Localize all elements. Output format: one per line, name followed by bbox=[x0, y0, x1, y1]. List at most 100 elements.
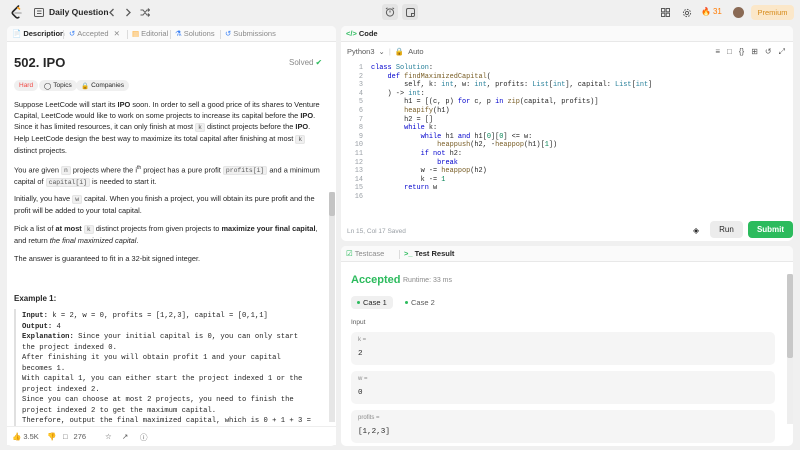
result-scrollbar[interactable] bbox=[787, 274, 793, 424]
pass-dot-icon bbox=[357, 301, 360, 304]
reset-icon[interactable]: ↺ bbox=[765, 47, 772, 57]
ai-assist-icon[interactable]: ◈ bbox=[693, 226, 699, 235]
description-paragraph-4: Pick a list of at most k distinct projec… bbox=[14, 224, 318, 245]
editor-toolbar: ≡ □ {} ⊞ ↺ ⤢ bbox=[715, 47, 785, 57]
braces-icon[interactable]: {} bbox=[739, 47, 744, 57]
bookmark-icon[interactable]: □ bbox=[727, 47, 732, 57]
dislike-button[interactable]: 👎 bbox=[47, 432, 56, 441]
terminal-icon: >_ bbox=[404, 249, 413, 258]
code-line: while h1 and h1[0][0] <= w: bbox=[420, 132, 533, 141]
description-footer: 👍 3.5K 👎 □ 276 ☆ ↗ ⓘ bbox=[7, 426, 336, 445]
comment-icon: □ bbox=[63, 432, 68, 441]
language-selector[interactable]: Python3 ⌄ | 🔒 Auto bbox=[347, 47, 424, 56]
premium-button[interactable]: Premium bbox=[751, 5, 794, 20]
topics-chip[interactable]: ◯ Topics bbox=[39, 80, 77, 91]
tab-accepted[interactable]: ↺ Accepted ✕ bbox=[69, 29, 120, 38]
check-circle-icon: ✔ bbox=[315, 58, 323, 67]
code-brackets-icon: </> bbox=[346, 29, 357, 38]
like-button[interactable]: 👍 3.5K bbox=[12, 432, 39, 441]
case-2-tab[interactable]: Case 2 bbox=[399, 296, 441, 309]
code-line: ) -> int: bbox=[371, 89, 425, 98]
tab-description[interactable]: 📄 Description bbox=[12, 29, 65, 38]
expand-icon[interactable]: ⤢ bbox=[779, 47, 785, 57]
comments-button[interactable]: □ 276 bbox=[63, 432, 86, 441]
input-label: Input bbox=[351, 319, 366, 326]
code-line: return w bbox=[404, 184, 438, 193]
runtime-label: Runtime: 33 ms bbox=[403, 277, 453, 284]
layout-grid-icon[interactable] bbox=[660, 7, 671, 18]
code-line: break bbox=[437, 158, 458, 167]
code-line: heappush(h2, -heappop(h1)[1]) bbox=[437, 141, 558, 150]
close-tab-icon[interactable]: ✕ bbox=[114, 29, 120, 38]
history-icon: ↺ bbox=[69, 29, 76, 38]
user-avatar[interactable] bbox=[733, 7, 744, 18]
input-var-box: k = 2 bbox=[351, 332, 775, 365]
code-line: h2 = [] bbox=[371, 115, 434, 124]
difficulty-badge: Hard bbox=[14, 80, 39, 91]
chevron-right-icon[interactable] bbox=[122, 6, 134, 18]
description-paragraph-2: You are given n projects where the ith p… bbox=[14, 165, 320, 188]
run-button[interactable]: Run bbox=[710, 221, 743, 238]
example-title: Example 1: bbox=[14, 294, 57, 303]
problem-title: 502. IPO bbox=[14, 55, 66, 70]
tab-code[interactable]: </> Code bbox=[346, 29, 378, 38]
history-icon: ↺ bbox=[225, 29, 232, 38]
code-editor[interactable]: 1 2 3 4 5 6 7 8 9 10 11 12 13 14 15 16 c… bbox=[341, 64, 793, 241]
description-paragraph-1: Suppose LeetCode will start its IPO soon… bbox=[14, 100, 320, 155]
result-tab-bar: ☑ Testcase >_ Test Result bbox=[341, 246, 793, 262]
description-scrollbar[interactable] bbox=[329, 192, 335, 422]
lock-icon: 🔒 bbox=[394, 47, 405, 56]
left-tab-bar: 📄 Description ↺ Accepted ✕ ▤ Editorial ⚗… bbox=[7, 26, 336, 42]
description-paragraph-3: Initially, you have w capital. When you … bbox=[14, 194, 315, 215]
leetcode-logo-icon[interactable] bbox=[10, 5, 24, 20]
example-body: Input: k = 2, w = 0, profits = [1,2,3], … bbox=[22, 312, 311, 425]
fire-icon: 🔥 bbox=[701, 7, 711, 16]
code-line: self, k: int, w: int, profits: List[int]… bbox=[371, 81, 653, 90]
thumbs-up-icon: 👍 bbox=[12, 432, 22, 441]
tab-solutions[interactable]: ⚗ Solutions bbox=[175, 29, 215, 38]
input-var-box: profits = [1,2,3] bbox=[351, 410, 775, 443]
code-line: w -= heappop(h2) bbox=[371, 167, 487, 176]
shuffle-icon[interactable] bbox=[139, 6, 151, 18]
problem-list-icon[interactable] bbox=[33, 7, 44, 18]
help-circle-icon: ⓘ bbox=[140, 433, 148, 442]
settings-gear-icon[interactable] bbox=[681, 7, 692, 18]
book-icon: ▤ bbox=[132, 29, 140, 38]
code-line: heapify(h1) bbox=[404, 107, 450, 115]
chevron-down-icon: ⌄ bbox=[378, 47, 385, 56]
description-paragraph-5: The answer is guaranteed to fit in a 32-… bbox=[14, 254, 201, 263]
tab-testcase[interactable]: ☑ Testcase bbox=[346, 249, 384, 258]
daily-question-title[interactable]: Daily Question bbox=[49, 7, 109, 17]
share-button[interactable]: ↗ bbox=[122, 432, 128, 441]
case-1-tab[interactable]: Case 1 bbox=[351, 296, 393, 309]
flask-icon: ⚗ bbox=[175, 29, 182, 38]
code-line: def findMaximizedCapital( bbox=[387, 72, 491, 81]
pass-dot-icon bbox=[405, 301, 408, 304]
tab-submissions[interactable]: ↺ Submissions bbox=[225, 29, 276, 38]
favorite-button[interactable]: ☆ bbox=[105, 432, 112, 441]
code-panel: </> Code Python3 ⌄ | 🔒 Auto ≡ □ {} ⊞ ↺ ⤢… bbox=[341, 26, 793, 241]
star-icon: ☆ bbox=[105, 432, 112, 441]
chevron-left-icon[interactable] bbox=[105, 6, 117, 18]
tab-test-result[interactable]: >_ Test Result bbox=[404, 249, 454, 258]
timer-icon[interactable] bbox=[382, 4, 398, 20]
code-line: if not h2: bbox=[420, 150, 462, 158]
shortcuts-icon[interactable]: ⊞ bbox=[751, 47, 758, 57]
code-line: k -= 1 bbox=[371, 175, 446, 184]
companies-chip[interactable]: 🔒 Companies bbox=[76, 80, 129, 91]
format-lines-icon[interactable]: ≡ bbox=[715, 47, 720, 57]
submit-button[interactable]: Submit bbox=[748, 221, 793, 238]
tag-icon: ◯ bbox=[44, 82, 52, 90]
tab-editorial[interactable]: ▤ Editorial bbox=[132, 29, 168, 38]
document-icon: 📄 bbox=[12, 29, 22, 38]
editor-status: Ln 15, Col 17 Saved bbox=[347, 228, 406, 235]
thumbs-down-icon: 👎 bbox=[47, 432, 57, 441]
verdict-accepted: Accepted bbox=[351, 274, 401, 286]
top-navigation-bar: Daily Question 🔥 31 Premium bbox=[0, 0, 800, 25]
notes-icon[interactable] bbox=[402, 4, 418, 20]
code-line: class Solution: bbox=[371, 64, 434, 72]
streak-counter[interactable]: 🔥 31 bbox=[701, 7, 722, 16]
help-button[interactable]: ⓘ bbox=[140, 432, 148, 443]
code-line: h1 = [(c, p) for c, p in zip(capital, pr… bbox=[371, 98, 599, 107]
